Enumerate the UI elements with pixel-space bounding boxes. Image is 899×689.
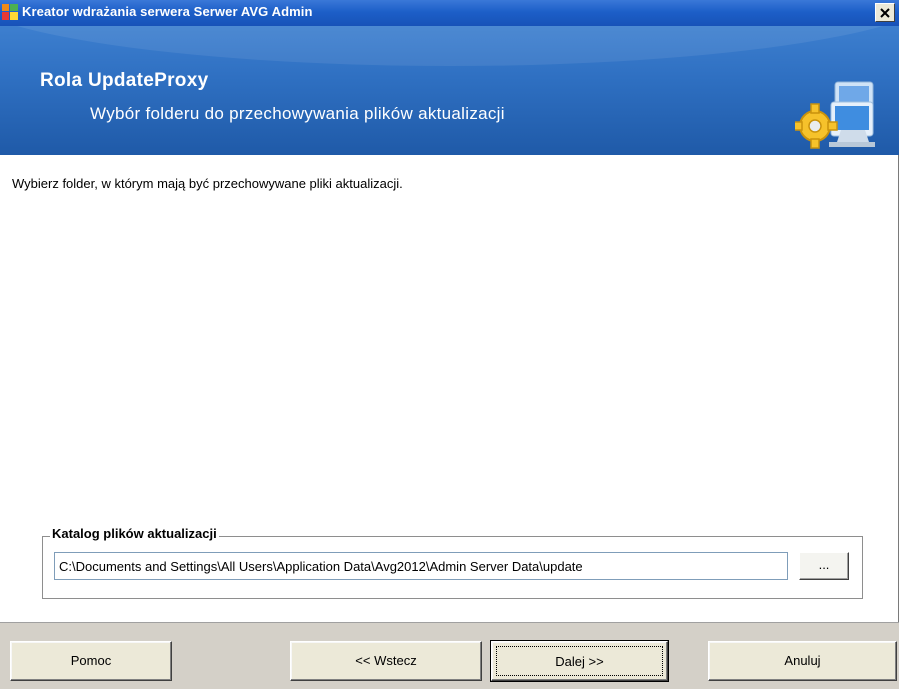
instruction-text: Wybierz folder, w którym mają być przech… [12,176,403,191]
close-button[interactable] [875,3,895,22]
help-button-label: Pomoc [70,653,112,668]
group-legend: Katalog plików aktualizacji [50,526,219,541]
wizard-window: Kreator wdrażania serwera Serwer AVG Adm… [0,0,899,689]
cancel-button[interactable]: Anuluj [708,641,897,681]
wizard-footer: Pomoc << Wstecz Dalej >> Anuluj [0,622,899,689]
next-button[interactable]: Dalej >> [490,640,669,682]
back-button[interactable]: << Wstecz [290,641,482,681]
browse-button[interactable]: ... [799,552,849,580]
page-subtitle: Wybór folderu do przechowywania plików a… [90,104,505,123]
header-banner: Rola UpdateProxy Wybór folderu do przech… [0,26,899,155]
cancel-button-label: Anuluj [784,653,821,668]
next-button-label: Dalej >> [555,654,604,669]
close-icon [880,7,890,18]
help-button[interactable]: Pomoc [10,641,172,681]
next-button-focus: Dalej >> [496,646,663,676]
update-folder-path-input[interactable] [54,552,788,580]
banner-highlight [0,26,899,66]
back-button-label: << Wstecz [355,653,417,668]
page-title: Rola UpdateProxy [40,70,209,91]
window-title: Kreator wdrażania serwera Serwer AVG Adm… [22,4,313,19]
title-bar[interactable]: Kreator wdrażania serwera Serwer AVG Adm… [0,0,899,26]
avg-app-icon [2,4,18,20]
gear-computer-icon [795,81,875,149]
